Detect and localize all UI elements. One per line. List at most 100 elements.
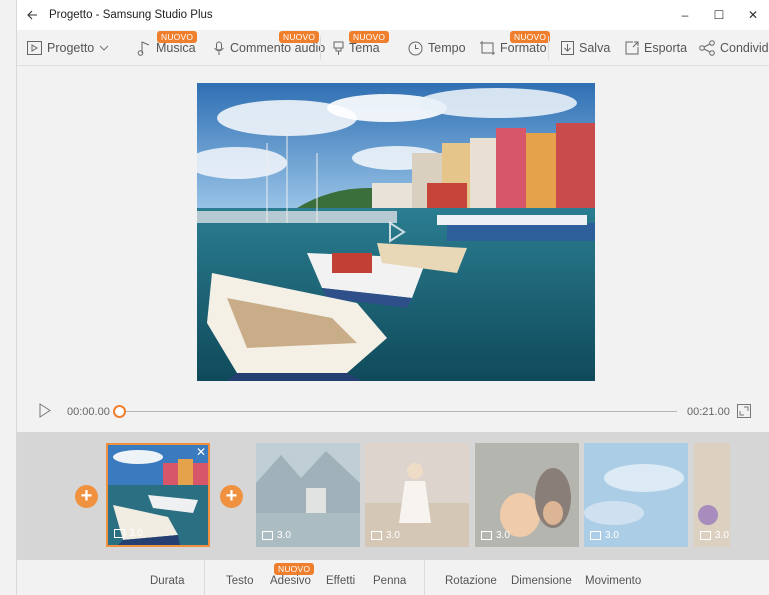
- toolbar-divider: [548, 36, 549, 60]
- time-label: Tempo: [428, 41, 466, 55]
- minimize-button[interactable]: –: [668, 0, 702, 30]
- clip-thumbnail: [694, 443, 730, 547]
- clip-duration-label: 3.0: [496, 530, 510, 541]
- playback-bar: 00:00.00 00:21.00: [17, 397, 769, 427]
- timeline-clip[interactable]: ✕ 3.0: [106, 443, 210, 547]
- clip-duration: 3.0: [262, 530, 291, 541]
- image-icon: [481, 531, 492, 540]
- text-tab[interactable]: Testo: [226, 575, 254, 587]
- fullscreen-icon[interactable]: [737, 404, 751, 418]
- timeline-clip[interactable]: 3.0: [584, 443, 688, 547]
- sticker-new-badge: NUOVO: [274, 563, 315, 575]
- seek-track[interactable]: [120, 411, 677, 412]
- toolbar-divider: [320, 36, 321, 60]
- close-button[interactable]: ✕: [736, 0, 769, 30]
- plus-icon: +: [225, 485, 238, 507]
- music-new-badge: NUOVO: [157, 31, 198, 43]
- seek-handle[interactable]: [113, 405, 126, 418]
- rotation-tab[interactable]: Rotazione: [445, 575, 497, 587]
- add-clip-button[interactable]: +: [220, 485, 243, 508]
- export-label: Esporta: [644, 41, 688, 55]
- project-dropdown[interactable]: Progetto: [27, 30, 114, 66]
- minimize-icon: –: [681, 8, 689, 22]
- current-time: 00:00.00: [67, 406, 110, 418]
- clip-duration: 3.0: [700, 530, 729, 541]
- timeline-clip[interactable]: 3.0: [475, 443, 579, 547]
- clip-duration-label: 3.0: [715, 530, 729, 541]
- microphone-icon: [214, 41, 224, 55]
- clip-duration: 3.0: [481, 530, 510, 541]
- main-toolbar: Progetto Musica NUOVO Commento audio NUO…: [17, 30, 769, 66]
- voiceover-label: Commento audio: [230, 41, 326, 55]
- project-label: Progetto: [47, 41, 95, 55]
- timeline-clip[interactable]: 3.0: [365, 443, 469, 547]
- clip-thumbnail: [256, 443, 360, 547]
- window-title: Progetto - Samsung Studio Plus: [49, 9, 213, 21]
- format-button[interactable]: Formato NUOVO: [480, 30, 551, 66]
- clip-thumbnail: [365, 443, 469, 547]
- theme-button[interactable]: Tema NUOVO: [333, 30, 390, 66]
- clock-icon: [408, 41, 423, 55]
- music-button[interactable]: Musica NUOVO: [137, 30, 198, 66]
- pen-tab[interactable]: Penna: [373, 575, 406, 587]
- back-button[interactable]: [17, 0, 47, 30]
- save-label: Salva: [579, 41, 611, 55]
- voiceover-button[interactable]: Commento audio NUOVO: [213, 30, 325, 66]
- remove-clip-icon[interactable]: ✕: [196, 445, 206, 459]
- timeline-clip[interactable]: 3.0: [694, 443, 730, 547]
- edit-toolbar: Durata Testo Adesivo NUOVO Effetti Penna…: [17, 560, 769, 595]
- crop-frame-icon: [480, 41, 495, 55]
- format-label: Formato: [500, 41, 547, 55]
- clip-thumbnail: [475, 443, 579, 547]
- size-tab[interactable]: Dimensione: [511, 575, 572, 587]
- play-icon[interactable]: [39, 403, 51, 418]
- image-icon: [262, 531, 273, 540]
- close-icon: ✕: [747, 8, 759, 22]
- music-label: Musica: [156, 41, 196, 55]
- timeline-clip[interactable]: 3.0: [256, 443, 360, 547]
- image-icon: [114, 529, 125, 538]
- clip-thumbnail: [584, 443, 688, 547]
- effects-tab[interactable]: Effetti: [326, 575, 355, 587]
- clip-duration-label: 3.0: [277, 530, 291, 541]
- theme-new-badge: NUOVO: [349, 31, 390, 43]
- save-button[interactable]: Salva: [561, 30, 610, 66]
- voiceover-new-badge: NUOVO: [279, 31, 320, 43]
- toolbar-divider: [204, 560, 205, 595]
- export-button[interactable]: Esporta: [625, 30, 687, 66]
- clip-duration: 3.0: [590, 530, 619, 541]
- format-new-badge: NUOVO: [510, 31, 551, 43]
- clip-duration-label: 3.0: [129, 528, 143, 539]
- play-overlay-icon[interactable]: [382, 218, 410, 246]
- total-time: 00:21.00: [687, 406, 730, 418]
- share-icon: [699, 40, 715, 56]
- clip-duration: 3.0: [114, 528, 143, 539]
- image-icon: [590, 531, 601, 540]
- add-clip-button[interactable]: +: [75, 485, 98, 508]
- share-button[interactable]: Condividi: [699, 30, 769, 66]
- chevron-down-icon: [99, 45, 109, 51]
- clip-duration: 3.0: [371, 530, 400, 541]
- back-arrow-icon: [26, 10, 37, 20]
- duration-tab[interactable]: Durata: [150, 575, 185, 587]
- theme-label: Tema: [349, 41, 380, 55]
- image-icon: [700, 531, 711, 540]
- maximize-button[interactable]: ☐: [702, 0, 736, 30]
- brush-icon: [333, 41, 344, 55]
- export-icon: [625, 41, 639, 55]
- time-button[interactable]: Tempo: [408, 30, 466, 66]
- image-icon: [371, 531, 382, 540]
- app-window: Progetto - Samsung Studio Plus – ☐ ✕ Pro…: [16, 0, 769, 595]
- project-icon: [27, 41, 42, 55]
- toolbar-divider: [424, 560, 425, 595]
- sticker-tab[interactable]: Adesivo: [270, 575, 311, 587]
- clip-duration-label: 3.0: [605, 530, 619, 541]
- title-bar: Progetto - Samsung Studio Plus – ☐ ✕: [17, 0, 769, 30]
- music-note-icon: [137, 41, 150, 56]
- download-icon: [561, 41, 574, 55]
- timeline-strip: + ✕ 3.0 + 3.0 3.0 3.0 3.0 3.0: [17, 432, 769, 560]
- maximize-icon: ☐: [713, 8, 725, 22]
- video-preview[interactable]: [197, 83, 595, 381]
- share-label: Condividi: [720, 41, 769, 55]
- motion-tab[interactable]: Movimento: [585, 575, 641, 587]
